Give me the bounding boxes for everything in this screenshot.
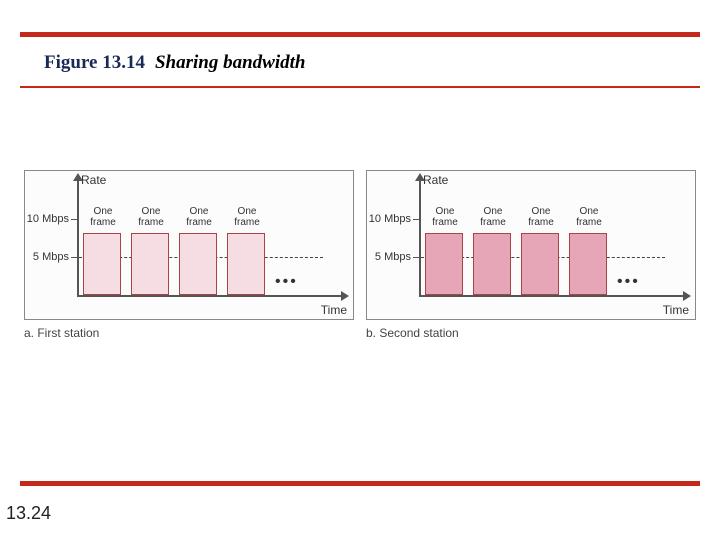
y-axis-label: Rate (81, 173, 106, 187)
x-axis (419, 295, 685, 297)
panel-b-caption: b. Second station (366, 326, 696, 340)
page-number: 13.24 (6, 503, 51, 524)
mid-rule (20, 86, 700, 88)
y-axis-label: Rate (423, 173, 448, 187)
y-axis (419, 179, 421, 297)
bar-label: One frame (82, 206, 124, 228)
top-rule (20, 32, 700, 37)
y-tick-label-5: 5 Mbps (25, 251, 69, 263)
panel-first-station: Rate Time 10 Mbps 5 Mbps One frame (24, 170, 354, 340)
y-axis (77, 179, 79, 297)
bar: One frame (179, 233, 217, 295)
bottom-rule (20, 481, 700, 486)
y-tick-10 (413, 219, 419, 220)
y-tick-10 (71, 219, 77, 220)
bar: One frame (425, 233, 463, 295)
figure-number: Figure 13.14 (44, 52, 145, 73)
x-axis-label: Time (321, 303, 347, 317)
ellipsis-icon: ••• (275, 273, 298, 291)
bar: One frame (569, 233, 607, 295)
bar-label: One frame (520, 206, 562, 228)
figure-title: Figure 13.14 Sharing bandwidth (44, 52, 305, 74)
chart-b: Rate Time 10 Mbps 5 Mbps One frame (366, 170, 696, 320)
figure-area: Rate Time 10 Mbps 5 Mbps One frame (24, 170, 696, 340)
bar-label: One frame (424, 206, 466, 228)
ellipsis-icon: ••• (617, 273, 640, 291)
bars-b: One frame One frame One frame (425, 191, 667, 295)
bar-label: One frame (178, 206, 220, 228)
bar: One frame (83, 233, 121, 295)
x-axis (77, 295, 343, 297)
bar: One frame (131, 233, 169, 295)
y-tick-label-10: 10 Mbps (25, 213, 69, 225)
panel-a-caption: a. First station (24, 326, 354, 340)
panel-second-station: Rate Time 10 Mbps 5 Mbps One frame (366, 170, 696, 340)
y-tick-label-5: 5 Mbps (367, 251, 411, 263)
figure-caption: Sharing bandwidth (155, 52, 306, 73)
bar: One frame (227, 233, 265, 295)
bars-a: One frame One frame One frame (83, 191, 325, 295)
bar-label: One frame (130, 206, 172, 228)
y-tick-5 (413, 257, 419, 258)
y-tick-label-10: 10 Mbps (367, 213, 411, 225)
bar-label: One frame (472, 206, 514, 228)
x-axis-label: Time (663, 303, 689, 317)
bar: One frame (473, 233, 511, 295)
y-tick-5 (71, 257, 77, 258)
bar-label: One frame (226, 206, 268, 228)
bar: One frame (521, 233, 559, 295)
chart-a: Rate Time 10 Mbps 5 Mbps One frame (24, 170, 354, 320)
bar-label: One frame (568, 206, 610, 228)
